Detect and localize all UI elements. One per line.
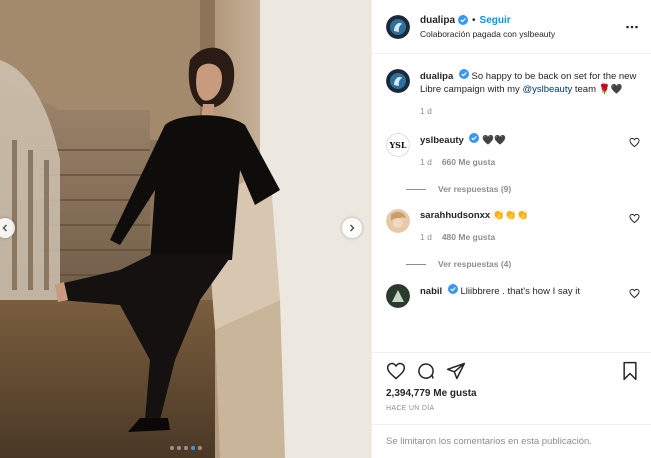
comment-username[interactable]: sarahhudsonxx [420,210,490,221]
comment-time: 1 d [420,232,432,242]
caption-time: 1 d [420,106,432,116]
carousel-dot [169,446,174,450]
svg-text:YSL: YSL [388,140,406,150]
verified-icon [447,284,458,294]
commenter-avatar[interactable] [386,284,410,308]
post-actions: 2,394,779 Me gusta HACE UN DÍA [372,352,651,412]
more-icon[interactable] [625,20,639,34]
comment-row: nabil Lliibbrere . that's how I say it [372,284,651,308]
post-time: HACE UN DÍA [386,405,435,412]
next-slide-button[interactable] [342,218,362,238]
separator-dot: • [472,14,476,26]
caption-mention[interactable]: @yslbeauty [522,84,572,95]
heart-icon[interactable] [629,288,640,299]
photo-scene [0,0,371,458]
commenter-avatar[interactable] [386,209,410,233]
carousel-dot [176,446,181,450]
author-avatar[interactable] [386,69,410,93]
comments-limited-notice: Se limitaron los comentarios en esta pub… [372,424,651,458]
like-count[interactable]: 2,394,779 Me gusta [386,388,640,399]
carousel-dot [183,446,188,450]
comment-row: YSL yslbeauty 🖤🖤 1 d 660 Me gusta [372,133,651,169]
post-side-panel: dualipa • Seguir Colaboración pagada con… [371,0,651,458]
paid-partnership-label[interactable]: Colaboración pagada con yslbeauty [420,29,625,39]
comment-username[interactable]: yslbeauty [420,135,464,146]
like-heart-icon[interactable] [386,361,406,381]
comment-text: 👏👏👏 [492,210,529,221]
comment-username[interactable]: nabil [420,286,442,297]
author-avatar[interactable] [386,14,410,39]
follow-button[interactable]: Seguir [480,15,511,26]
verified-icon [458,69,469,79]
caption-text-end: team 🌹🖤 [572,84,623,95]
chevron-left-icon [2,224,8,232]
comment-text: 🖤🖤 [482,135,506,146]
verified-icon [458,15,469,25]
post-header: dualipa • Seguir Colaboración pagada con… [372,0,651,54]
view-replies-button[interactable]: Ver respuestas (9) [406,184,651,194]
comments-list[interactable]: dualipa So happy to be back on set for t… [372,55,651,350]
caption-username[interactable]: dualipa [420,71,453,82]
comment-likes[interactable]: 660 Me gusta [442,156,495,169]
carousel-dot-active [190,446,195,450]
instagram-post: dualipa • Seguir Colaboración pagada con… [0,0,651,458]
chevron-right-icon [349,224,355,232]
comment-text: Lliibbrere . that's how I say it [460,286,581,297]
comment-likes[interactable]: 480 Me gusta [442,231,495,244]
comment-icon[interactable] [416,361,436,381]
carousel-indicator [0,446,371,450]
verified-icon [469,133,480,143]
post-photo[interactable] [0,0,371,458]
bookmark-icon[interactable] [620,361,640,381]
caption-row: dualipa So happy to be back on set for t… [372,69,651,118]
carousel-dot [197,446,202,450]
heart-icon[interactable] [629,213,640,224]
view-replies-label: Ver respuestas (9) [438,184,512,194]
commenter-avatar[interactable]: YSL [386,133,410,157]
comment-row: sarahhudsonxx 👏👏👏 1 d 480 Me gusta [372,209,651,244]
comment-time: 1 d [420,157,432,167]
heart-icon[interactable] [629,137,640,148]
share-icon[interactable] [446,361,466,381]
author-username[interactable]: dualipa [420,15,455,26]
view-replies-button[interactable]: Ver respuestas (4) [406,259,651,269]
view-replies-label: Ver respuestas (4) [438,259,512,269]
